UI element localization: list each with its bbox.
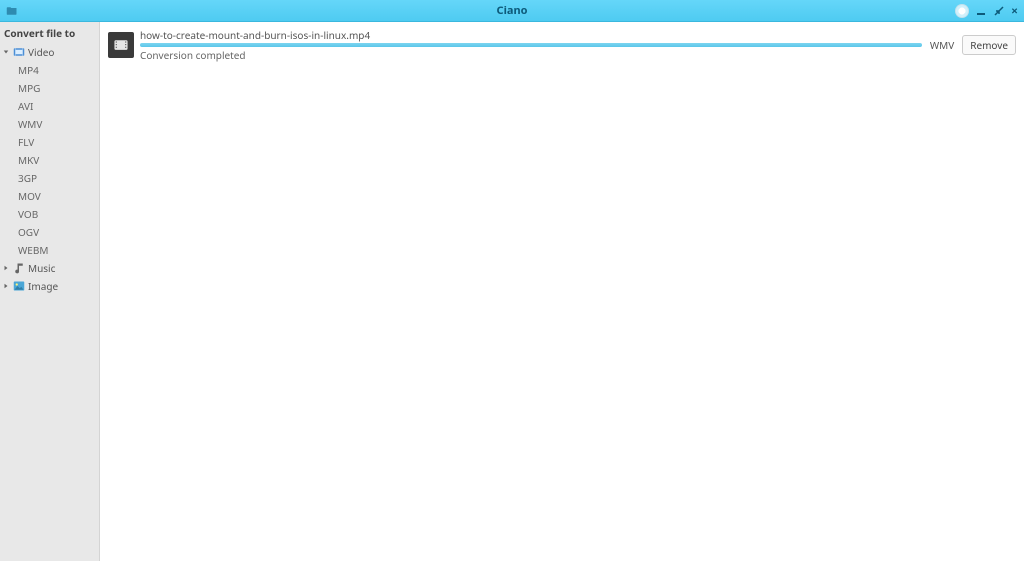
sidebar-group-label: Video — [28, 45, 54, 59]
row-progress-fill — [140, 43, 922, 47]
sidebar-item-mp4[interactable]: MP4 — [14, 61, 99, 79]
main-panel: how-to-create-mount-and-burn-isos-in-lin… — [100, 22, 1024, 561]
sidebar-item-avi[interactable]: AVI — [14, 97, 99, 115]
sidebar-item-webm[interactable]: WEBM — [14, 241, 99, 259]
sidebar-item-mpg[interactable]: MPG — [14, 79, 99, 97]
titlebar: Ciano × — [0, 0, 1024, 22]
image-icon — [13, 280, 25, 292]
sidebar-group-music[interactable]: Music — [0, 259, 99, 277]
music-icon — [13, 262, 25, 274]
window-title: Ciano — [497, 3, 528, 18]
close-icon[interactable]: × — [1011, 5, 1018, 17]
sidebar-item-mov[interactable]: MOV — [14, 187, 99, 205]
maximize-icon[interactable] — [993, 5, 1005, 17]
row-progress — [140, 43, 922, 47]
row-filename: how-to-create-mount-and-burn-isos-in-lin… — [140, 28, 922, 42]
activity-spinner — [955, 4, 969, 18]
open-folder-button[interactable] — [4, 3, 20, 19]
video-icon — [13, 46, 25, 58]
chevron-right-icon — [2, 282, 10, 290]
chevron-down-icon — [2, 48, 10, 56]
conversion-row: how-to-create-mount-and-burn-isos-in-lin… — [108, 28, 1016, 62]
chevron-right-icon — [2, 264, 10, 272]
sidebar-item-3gp[interactable]: 3GP — [14, 169, 99, 187]
remove-button[interactable]: Remove — [962, 35, 1016, 55]
sidebar-item-vob[interactable]: VOB — [14, 205, 99, 223]
sidebar-item-wmv[interactable]: WMV — [14, 115, 99, 133]
sidebar-group-label: Image — [28, 279, 58, 293]
sidebar-header: Convert file to — [0, 22, 99, 43]
sidebar-group-image[interactable]: Image — [0, 277, 99, 295]
row-status: Conversion completed — [140, 48, 922, 62]
sidebar-item-ogv[interactable]: OGV — [14, 223, 99, 241]
sidebar-item-mkv[interactable]: MKV — [14, 151, 99, 169]
sidebar-group-label: Music — [28, 261, 55, 275]
sidebar-item-flv[interactable]: FLV — [14, 133, 99, 151]
minimize-icon[interactable] — [975, 5, 987, 17]
sidebar-group-video[interactable]: Video — [0, 43, 99, 61]
row-target-format: WMV — [928, 38, 956, 52]
sidebar: Convert file to Video MP4 MPG AVI WMV FL… — [0, 22, 100, 561]
file-video-icon — [108, 32, 134, 58]
